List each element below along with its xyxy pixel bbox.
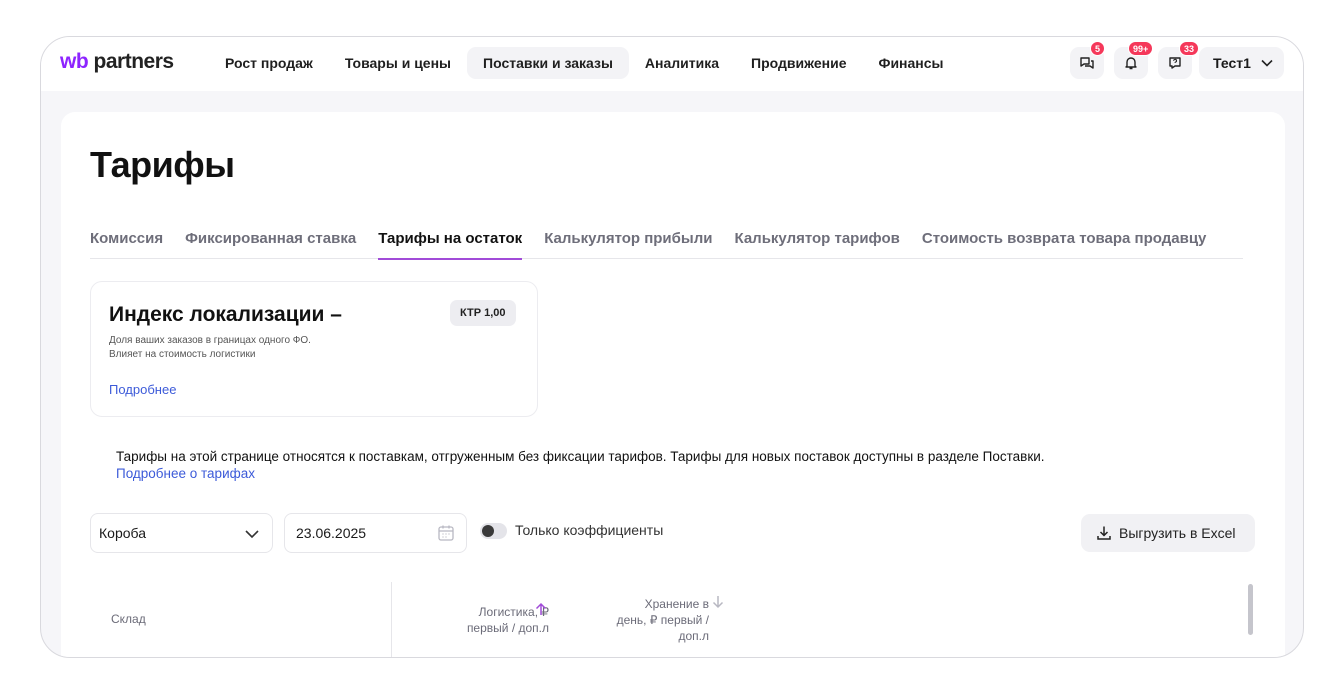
tariffs-notice: Тарифы на этой странице относятся к пост…: [116, 449, 1045, 464]
app-window: wb partners Рост продаж Товары и цены По…: [40, 36, 1304, 658]
column-divider: [391, 582, 392, 657]
help-chat-icon: [1169, 57, 1181, 69]
download-icon: [1097, 526, 1111, 540]
tariffs-more-link[interactable]: Подробнее о тарифах: [116, 466, 255, 481]
tab-profit-calculator[interactable]: Калькулятор прибыли: [544, 224, 712, 259]
wb-partners-logo[interactable]: wb partners: [60, 50, 174, 74]
tab-fixed-rate[interactable]: Фиксированная ставка: [185, 224, 356, 259]
sort-descending-icon[interactable]: [712, 595, 724, 609]
column-header-logistics[interactable]: Логистика, ₽ первый / доп.л: [429, 604, 549, 636]
main-card: Тарифы Комиссия Фиксированная ставка Тар…: [61, 112, 1285, 657]
nav-item-finance[interactable]: Финансы: [863, 47, 960, 79]
box-type-select[interactable]: Короба: [90, 513, 273, 553]
export-excel-label: Выгрузить в Excel: [1119, 525, 1236, 541]
page-title: Тарифы: [90, 144, 235, 185]
help-button[interactable]: 33: [1158, 41, 1200, 79]
chat-icon: [1080, 57, 1094, 69]
localization-index-card: Индекс локализации – КТР 1,00 Доля ваших…: [90, 281, 538, 417]
column-header-warehouse: Склад: [111, 612, 146, 626]
coefficients-toggle[interactable]: [480, 523, 507, 539]
bell-icon: [1125, 57, 1137, 70]
localization-description: Доля ваших заказов в границах одного ФО.…: [109, 335, 311, 360]
date-picker[interactable]: 23.06.2025: [284, 513, 467, 553]
notifications-button[interactable]: 99+: [1114, 41, 1154, 79]
tariff-tabs: Комиссия Фиксированная ставка Тарифы на …: [90, 224, 1243, 260]
ktr-badge: КТР 1,00: [450, 300, 516, 326]
tab-return-cost[interactable]: Стоимость возврата товара продавцу: [922, 224, 1207, 259]
box-type-value: Короба: [99, 525, 146, 541]
user-name: Тест1: [1213, 55, 1251, 71]
nav-item-supplies-orders[interactable]: Поставки и заказы: [467, 47, 629, 79]
export-excel-button[interactable]: Выгрузить в Excel: [1081, 514, 1255, 552]
help-badge: 33: [1179, 41, 1200, 56]
chevron-down-icon: [1261, 59, 1273, 67]
nav-item-analytics[interactable]: Аналитика: [629, 47, 735, 79]
table-scrollbar[interactable]: [1248, 584, 1253, 635]
coefficients-toggle-label: Только коэффициенты: [515, 522, 664, 538]
chat-badge: 5: [1090, 41, 1106, 56]
calendar-icon: [438, 525, 454, 541]
nav-item-promotion[interactable]: Продвижение: [735, 47, 862, 79]
tab-commission[interactable]: Комиссия: [90, 224, 163, 259]
nav-item-products-prices[interactable]: Товары и цены: [329, 47, 467, 79]
tab-stock-tariffs[interactable]: Тарифы на остаток: [378, 224, 523, 260]
nav-item-sales-growth[interactable]: Рост продаж: [209, 47, 329, 79]
main-nav: Рост продаж Товары и цены Поставки и зак…: [209, 47, 960, 79]
chevron-down-icon: [245, 530, 259, 539]
user-menu-button[interactable]: Тест1: [1199, 47, 1284, 79]
localization-more-link[interactable]: Подробнее: [109, 382, 176, 397]
date-value: 23.06.2025: [296, 525, 367, 541]
top-navigation: wb partners Рост продаж Товары и цены По…: [41, 37, 1303, 91]
localization-title: Индекс локализации –: [109, 303, 342, 326]
sort-ascending-icon[interactable]: [535, 602, 547, 616]
notifications-badge: 99+: [1128, 41, 1154, 56]
column-header-storage[interactable]: Хранение в день, ₽ первый / доп.л: [591, 596, 709, 644]
chat-button[interactable]: 5: [1070, 41, 1106, 79]
tab-tariff-calculator[interactable]: Калькулятор тарифов: [734, 224, 899, 259]
